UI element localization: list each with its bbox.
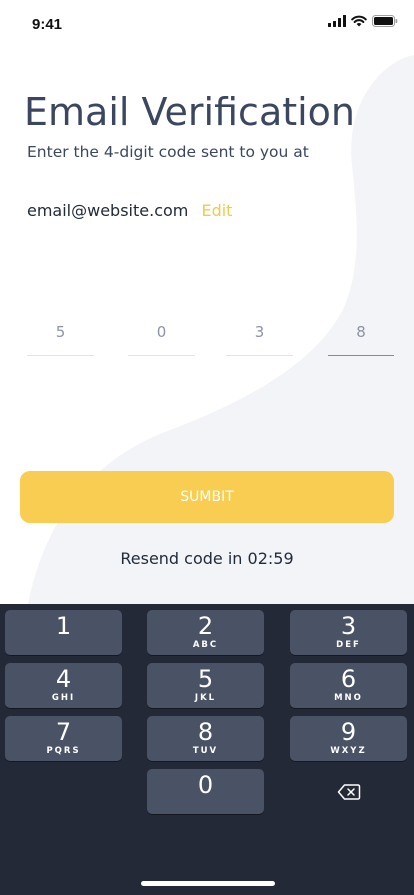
key-letters: TUV — [192, 746, 219, 756]
code-digit: 0 — [156, 323, 167, 341]
key-number: 4 — [55, 665, 72, 693]
email-row: email@website.com Edit — [27, 201, 232, 220]
status-bar: 9:41 — [0, 0, 414, 48]
key-number: 8 — [197, 718, 214, 746]
key-2[interactable]: 2 ABC — [147, 610, 264, 655]
key-8[interactable]: 8 TUV — [147, 716, 264, 761]
code-digit: 3 — [254, 323, 265, 341]
page-title: Email Verification — [24, 90, 356, 134]
wifi-icon — [351, 15, 367, 27]
code-digit: 8 — [356, 323, 366, 341]
key-number: 9 — [340, 718, 357, 746]
home-indicator — [141, 881, 275, 886]
key-3[interactable]: 3 DEF — [290, 610, 407, 655]
key-number: 2 — [197, 612, 214, 640]
key-number: 6 — [340, 665, 357, 693]
key-letters: ABC — [192, 640, 219, 650]
code-digit: 5 — [55, 323, 66, 341]
email-address: email@website.com — [27, 201, 189, 220]
signal-icon — [328, 15, 346, 27]
key-letters: MNO — [334, 693, 363, 703]
numeric-keyboard: 1 2 ABC 3 DEF 4 GHI 5 JKL 6 MNO 7 PQRS 8… — [0, 604, 414, 895]
key-number: 0 — [197, 771, 214, 799]
battery-icon — [372, 15, 398, 27]
edit-email-link[interactable]: Edit — [201, 201, 232, 220]
key-letters: JKL — [194, 693, 217, 703]
code-digit-box-3[interactable]: 3 — [226, 318, 293, 356]
key-7[interactable]: 7 PQRS — [5, 716, 122, 761]
code-digit-box-1[interactable]: 5 — [27, 318, 94, 356]
key-9[interactable]: 9 WXYZ — [290, 716, 407, 761]
key-0[interactable]: 0 — [147, 769, 264, 814]
key-1[interactable]: 1 — [5, 610, 122, 655]
key-number: 7 — [55, 718, 72, 746]
key-4[interactable]: 4 GHI — [5, 663, 122, 708]
key-6[interactable]: 6 MNO — [290, 663, 407, 708]
backspace-icon — [337, 783, 360, 800]
code-digit-box-4[interactable]: 8 — [328, 318, 394, 356]
resend-countdown: Resend code in 02:59 — [120, 549, 294, 568]
code-digit-box-2[interactable]: 0 — [128, 318, 195, 356]
key-letters: DEF — [336, 640, 361, 650]
key-number: 1 — [55, 612, 72, 640]
instruction-text: Enter the 4-digit code sent to you at — [27, 143, 309, 161]
key-letters: GHI — [51, 693, 76, 703]
key-number: 3 — [340, 612, 357, 640]
verification-screen: Email Verification Enter the 4-digit cod… — [0, 0, 414, 604]
status-time: 9:41 — [32, 16, 63, 33]
key-letters: PQRS — [46, 746, 81, 756]
delete-key[interactable] — [290, 769, 407, 814]
key-5[interactable]: 5 JKL — [147, 663, 264, 708]
key-letters: WXYZ — [330, 746, 367, 756]
key-number: 5 — [197, 665, 214, 693]
submit-button[interactable]: SUMBIT — [20, 471, 394, 523]
status-icons — [328, 15, 398, 27]
